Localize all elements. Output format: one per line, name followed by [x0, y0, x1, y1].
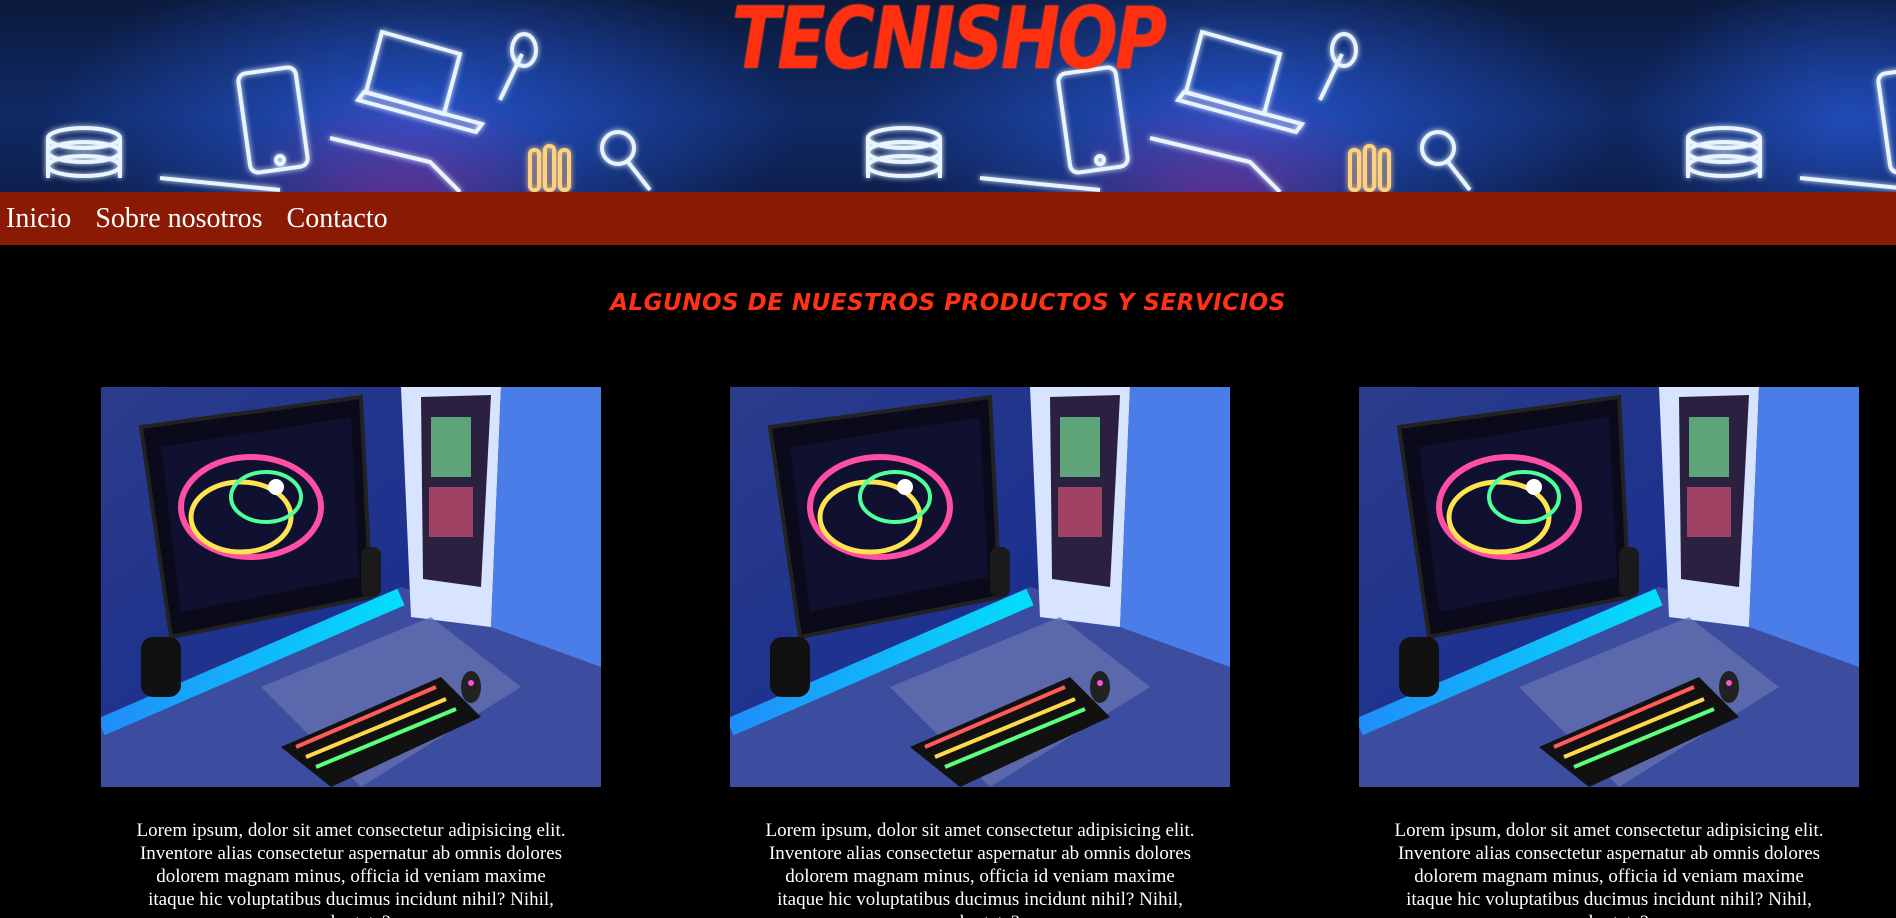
product-description: Lorem ipsum, dolor sit amet consectetur … — [765, 820, 1195, 918]
section-title: Algunos de nuestros productos y servicio… — [610, 290, 1286, 316]
nav-item-sobre-nosotros[interactable]: Sobre nosotros — [95, 203, 262, 235]
product-card: Lorem ipsum, dolor sit amet consectetur … — [1359, 387, 1859, 918]
gaming-setup-image — [730, 387, 1230, 787]
nav-item-contacto[interactable]: Contacto — [287, 203, 388, 235]
gaming-setup-image — [1359, 387, 1859, 787]
nav-item-inicio[interactable]: Inicio — [6, 203, 71, 235]
site-logo[interactable]: TECNISHOP — [171, 0, 1726, 82]
gaming-setup-image — [101, 387, 601, 787]
product-card: Lorem ipsum, dolor sit amet consectetur … — [101, 387, 601, 918]
product-description: Lorem ipsum, dolor sit amet consectetur … — [136, 820, 566, 918]
product-card: Lorem ipsum, dolor sit amet consectetur … — [730, 387, 1230, 918]
main-nav: Inicio Sobre nosotros Contacto — [0, 192, 1896, 245]
product-description: Lorem ipsum, dolor sit amet consectetur … — [1394, 820, 1824, 918]
header-banner: TECNISHOP — [0, 0, 1896, 192]
